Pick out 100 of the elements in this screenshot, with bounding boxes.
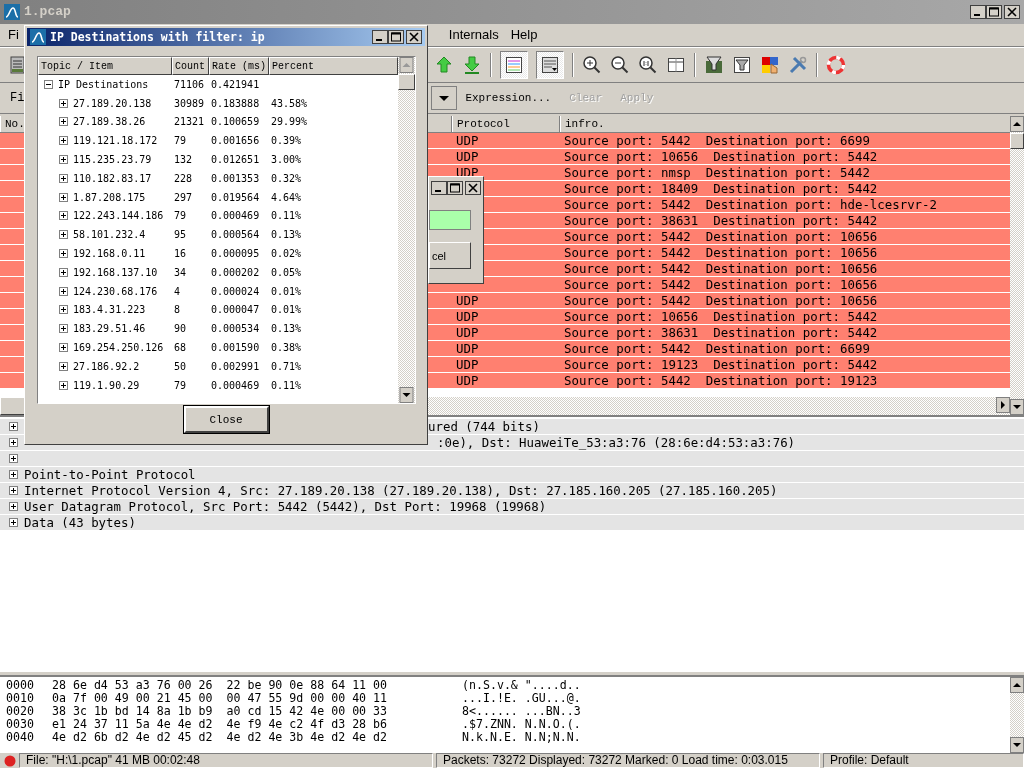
percent-text: 0.71% bbox=[271, 360, 302, 372]
tree-item[interactable]: 27.189.38.26 bbox=[73, 116, 146, 128]
expand-icon[interactable] bbox=[59, 249, 68, 259]
rate-text: 0.001590 bbox=[211, 342, 260, 354]
scroll-right-icon[interactable] bbox=[996, 396, 1010, 413]
vertical-scrollbar[interactable] bbox=[398, 57, 415, 403]
scrollbar-thumb[interactable] bbox=[398, 74, 415, 90]
zoom-in-icon[interactable] bbox=[582, 54, 602, 75]
arrow-up-icon[interactable] bbox=[434, 54, 454, 75]
zoom-normal-icon[interactable] bbox=[638, 54, 658, 75]
minimize-button[interactable] bbox=[431, 181, 447, 195]
expand-icon[interactable] bbox=[59, 286, 68, 296]
close-button[interactable] bbox=[1004, 4, 1020, 19]
expand-icon[interactable] bbox=[9, 501, 18, 511]
scroll-up-icon[interactable] bbox=[1010, 677, 1024, 693]
dialog-button[interactable]: cel bbox=[429, 242, 471, 269]
column-header[interactable]: Count bbox=[172, 57, 209, 75]
tree-item[interactable]: IP Destinations bbox=[58, 78, 149, 90]
protocol-text: UDP bbox=[456, 372, 479, 388]
expand-icon[interactable] bbox=[59, 211, 68, 221]
vertical-scrollbar[interactable] bbox=[1010, 677, 1024, 753]
expand-icon[interactable] bbox=[59, 98, 68, 108]
tree-item[interactable]: 27.189.20.138 bbox=[73, 97, 152, 109]
tree-item[interactable]: 27.186.92.2 bbox=[73, 360, 140, 372]
column-header[interactable]: Rate (ms) bbox=[209, 57, 269, 75]
close-button[interactable] bbox=[465, 181, 481, 195]
expand-icon[interactable] bbox=[59, 380, 68, 390]
tools-icon[interactable] bbox=[788, 54, 808, 75]
auto-scroll-button[interactable] bbox=[536, 50, 564, 79]
tree-item[interactable]: 119.1.90.29 bbox=[73, 379, 140, 391]
display-filter-icon[interactable] bbox=[732, 54, 752, 75]
fin-icon bbox=[4, 3, 20, 20]
percent-text: 0.11% bbox=[271, 210, 302, 222]
tree-item[interactable]: 192.168.0.11 bbox=[73, 248, 146, 260]
expand-icon[interactable] bbox=[59, 230, 68, 240]
expand-icon[interactable] bbox=[59, 267, 68, 277]
minimize-button[interactable] bbox=[372, 30, 388, 44]
expand-icon[interactable] bbox=[9, 517, 18, 527]
count-text: 95 bbox=[174, 229, 187, 241]
offset-text: 0000 bbox=[6, 679, 35, 692]
scroll-down-icon[interactable] bbox=[1010, 737, 1024, 753]
menu-item[interactable]: Help bbox=[504, 27, 544, 43]
tree-item[interactable]: 169.254.250.126 bbox=[73, 342, 164, 354]
status-file: File: "H:\1.pcap" 41 MB 00:02:48 bbox=[19, 753, 433, 768]
column-header[interactable]: Protocol bbox=[452, 115, 560, 132]
tree-item[interactable]: 192.168.137.10 bbox=[73, 266, 158, 278]
tree-item[interactable]: 58.101.232.4 bbox=[73, 229, 146, 241]
expand-icon[interactable] bbox=[59, 136, 68, 146]
expand-icon[interactable] bbox=[59, 324, 68, 334]
info-text: Source port: 5442 Destination port: 10656 bbox=[564, 292, 878, 308]
expand-icon[interactable] bbox=[59, 117, 68, 127]
expand-icon[interactable] bbox=[9, 453, 18, 463]
tree-item[interactable]: 183.29.51.46 bbox=[73, 323, 146, 335]
column-header[interactable]: Topic / Item bbox=[38, 57, 172, 75]
scrollbar-thumb[interactable] bbox=[1010, 132, 1024, 149]
expand-icon[interactable] bbox=[59, 192, 68, 202]
capture-filter-icon[interactable] bbox=[704, 54, 724, 75]
ascii-text: (n.S.v.& "....d.. bbox=[462, 679, 581, 692]
expand-icon[interactable] bbox=[9, 485, 18, 495]
tree-item[interactable]: 122.243.144.186 bbox=[73, 210, 164, 222]
count-text: 30989 bbox=[174, 97, 205, 109]
close-dialog-button[interactable]: Close bbox=[183, 406, 269, 433]
expand-icon[interactable] bbox=[59, 173, 68, 183]
input-field[interactable] bbox=[429, 210, 471, 230]
collapse-icon[interactable] bbox=[44, 79, 53, 89]
scroll-up-icon[interactable] bbox=[1010, 115, 1024, 132]
maximize-button[interactable] bbox=[986, 4, 1002, 19]
count-text: 34 bbox=[174, 266, 187, 278]
expand-icon[interactable] bbox=[9, 469, 18, 479]
scroll-down-icon[interactable] bbox=[1010, 398, 1024, 415]
expand-icon[interactable] bbox=[9, 421, 18, 431]
expand-icon[interactable] bbox=[9, 437, 18, 447]
help-icon[interactable] bbox=[826, 54, 846, 75]
expand-icon[interactable] bbox=[59, 305, 68, 315]
dropdown-button[interactable] bbox=[431, 85, 458, 110]
scroll-down-icon[interactable] bbox=[398, 387, 415, 403]
filter-toolbar-button[interactable]: Expression... bbox=[465, 89, 562, 106]
expand-icon[interactable] bbox=[59, 361, 68, 371]
menu-item[interactable]: Fi bbox=[0, 27, 25, 43]
colorize-button[interactable] bbox=[500, 50, 528, 79]
zoom-out-icon[interactable] bbox=[610, 54, 630, 75]
vertical-scrollbar[interactable] bbox=[1010, 115, 1024, 415]
arrow-down-icon[interactable] bbox=[462, 54, 482, 75]
percent-text: 43.58% bbox=[271, 97, 308, 109]
maximize-button[interactable] bbox=[388, 30, 404, 44]
tree-item[interactable]: 115.235.23.79 bbox=[73, 154, 152, 166]
status-dot-icon[interactable] bbox=[4, 754, 16, 767]
close-button[interactable] bbox=[406, 30, 422, 44]
expand-icon[interactable] bbox=[59, 155, 68, 165]
minimize-button[interactable] bbox=[970, 4, 986, 19]
count-text: 50 bbox=[174, 360, 187, 372]
column-header[interactable]: Percent bbox=[269, 57, 398, 75]
menu-item[interactable]: Internals bbox=[442, 27, 505, 43]
percent-text: 0.39% bbox=[271, 135, 302, 147]
info-text: Source port: 5442 Destination port: 19123 bbox=[564, 372, 878, 388]
coloring-rules-icon[interactable] bbox=[760, 54, 780, 75]
tree-item[interactable]: 119.121.18.172 bbox=[73, 135, 158, 147]
rate-text: 0.000534 bbox=[211, 323, 260, 335]
maximize-button[interactable] bbox=[447, 181, 463, 195]
expand-icon[interactable] bbox=[59, 343, 68, 353]
